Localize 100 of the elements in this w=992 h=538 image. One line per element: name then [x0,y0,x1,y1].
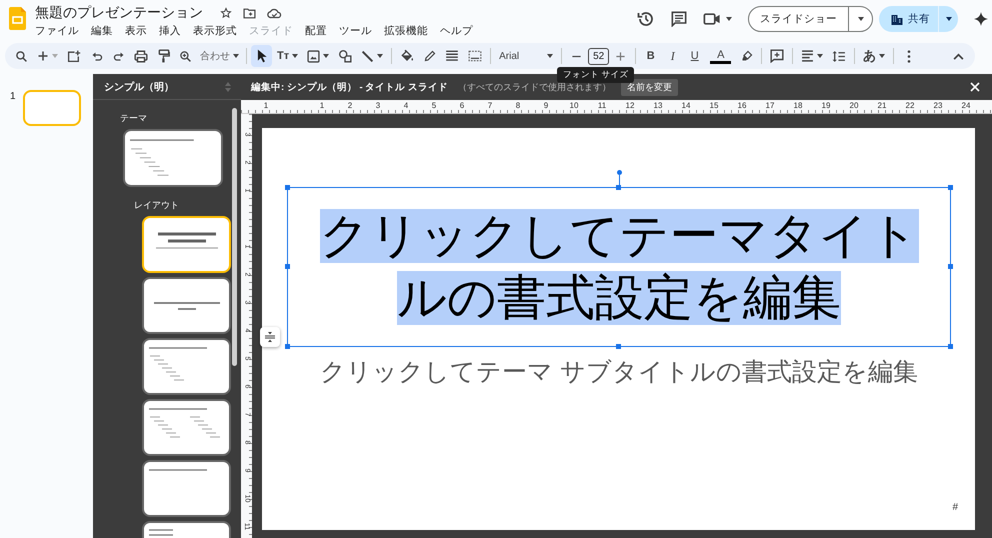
ruler-number: 7 [488,100,492,112]
menu-item[interactable]: 挿入 [159,24,181,38]
ruler-number: 24 [962,100,970,112]
font-size-field[interactable]: 52 [588,48,610,64]
menu-item[interactable]: 表示 [125,24,147,38]
resize-handle[interactable] [616,344,621,349]
image-icon [307,50,320,62]
thumbnail-drawing [154,302,220,310]
bold-button[interactable]: B [640,45,662,67]
section-label: テーマ [120,112,147,125]
building-icon [891,14,903,24]
thumbnail-drawing [149,408,220,438]
caret-icon[interactable] [817,54,824,58]
italic-button[interactable]: I [662,45,684,67]
align-icon [801,50,814,62]
star-icon[interactable] [220,7,232,19]
layout-thumbnail[interactable] [142,216,231,273]
resize-handle[interactable] [948,344,953,349]
folder-icon[interactable] [243,8,256,18]
select-icon [256,49,268,63]
ruler-number: 9 [544,100,548,112]
undo-icon [90,50,102,62]
caret-icon[interactable] [547,54,554,58]
ruler-number: 10 [570,100,578,112]
ruler-number: 19 [822,100,830,112]
autofit-button[interactable] [260,327,280,347]
caret-icon[interactable] [377,54,384,58]
layout-thumbnail[interactable] [142,338,231,395]
line-spacing-icon [832,50,846,62]
resize-handle[interactable] [616,185,621,190]
new-slide-icon [67,50,81,62]
ruler-number: 16 [738,100,746,112]
close-icon[interactable] [970,82,980,92]
caret-icon[interactable] [323,54,330,58]
ruler-number: 2 [348,100,352,112]
sparkle-icon[interactable] [974,12,988,26]
history-icon[interactable] [637,10,655,28]
plus-icon [615,50,626,62]
menu-item[interactable]: 拡張機能 [384,24,428,38]
dropdown-button[interactable]: 合わせ [197,45,242,67]
document-title[interactable]: 無題のプレゼンテーション [35,4,203,22]
layout-thumbnail[interactable] [142,460,231,517]
select-button[interactable] [251,45,272,67]
menu-item[interactable]: 編集 [91,24,113,38]
resize-handle[interactable] [948,264,953,269]
scrollbar[interactable] [232,108,237,366]
caret-icon[interactable] [292,54,298,58]
caret-icon[interactable] [233,54,239,58]
theme-name: シンプル（明） [104,80,174,94]
font-size-tooltip: フォント サイズ [557,67,634,83]
rotation-handle[interactable] [616,170,622,185]
ruler-number: 17 [766,100,774,112]
cloud-icon[interactable] [267,8,282,18]
slide-title: クリックしてテーマタイトルの書式設定を編集 [318,208,920,327]
redo-icon [112,50,124,62]
ruler-number: 22 [906,100,914,112]
ruler-number: 21 [878,100,886,112]
layout-thumbnail[interactable] [142,277,231,334]
caret-icon[interactable] [879,54,886,58]
slide-subtitle: クリックしてテーマ サブタイトルの書式設定を編集 [319,357,919,388]
menu-item[interactable]: 表示形式 [193,24,237,38]
comment-icon [770,49,784,63]
text-color-button[interactable]: A [710,48,732,64]
resize-handle[interactable] [285,185,290,190]
caret-icon[interactable] [726,17,732,21]
slide-canvas[interactable]: クリックしてテーマタイトルの書式設定を編集 クリックしてテーマ サブタイトルの書式設定を編集 # [262,128,975,530]
shape-icon [338,49,352,63]
theme-thumbnail[interactable] [123,129,223,187]
input-tools-button[interactable]: あ [859,45,890,67]
ruler-number: 18 [794,100,802,112]
add-icon [37,50,49,62]
more-icon [906,50,911,62]
editing-note: （すべてのスライドで使用されます） [458,80,611,94]
caret-icon[interactable] [858,17,864,21]
font-button[interactable]: Arial [495,45,558,67]
fill-icon [400,49,414,63]
search-icon [15,50,28,62]
video-call-button[interactable] [703,12,732,26]
collapse-icon [953,52,964,60]
line-icon [361,50,374,62]
rename-button[interactable]: 名前を変更 [620,78,678,96]
resize-handle[interactable] [285,264,290,269]
resize-handle[interactable] [948,185,953,190]
resize-handle[interactable] [285,344,290,349]
slide-thumbnail[interactable] [22,90,81,126]
thumbnail-drawing [130,138,194,176]
menu-item[interactable]: 配置 [305,24,327,38]
zoom-icon [179,50,192,62]
print-icon [134,50,148,62]
underline-button[interactable]: U [684,45,706,67]
layout-thumbnail[interactable] [142,399,231,456]
caret-icon[interactable] [946,17,952,21]
slide-number: 1 [10,91,16,102]
textbox-button[interactable]: Tт [273,45,302,67]
menu-item[interactable]: ヘルプ [440,24,473,38]
menu-item[interactable]: ツール [339,24,372,38]
ruler-number: 12 [626,100,634,112]
comment-icon[interactable] [671,11,687,27]
ruler-number: 20 [850,100,858,112]
menu-item[interactable]: ファイル [35,24,79,38]
